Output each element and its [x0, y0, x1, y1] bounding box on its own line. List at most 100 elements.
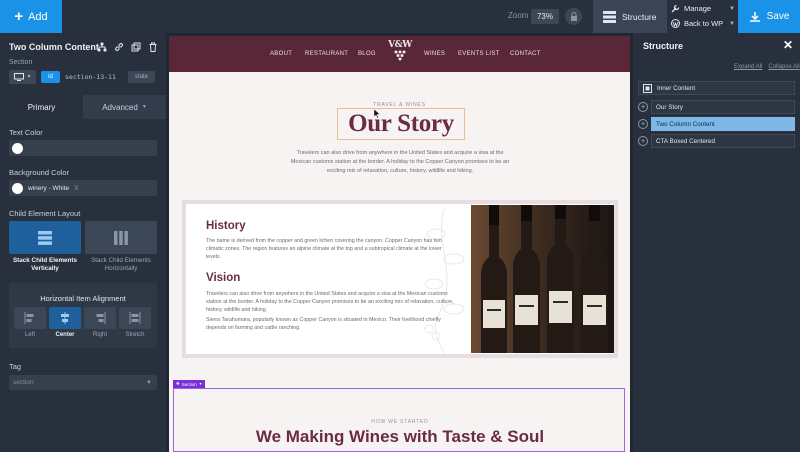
nav-events[interactable]: EVENTS LIST [458, 51, 500, 57]
vision-text-2: Sierra Tarahumara, popularly known as Co… [206, 317, 441, 331]
mouse-cursor [374, 109, 381, 119]
chevron-down-icon: ▼ [729, 5, 735, 12]
align-stretch-caption: Stretch [125, 332, 145, 338]
save-label: Save [766, 11, 790, 22]
structure-tree-icon[interactable] [96, 41, 107, 52]
zoom-label: Zoom [508, 11, 529, 20]
back-to-wp-menu[interactable]: Back to WP ▼ [671, 17, 735, 30]
vision-title: Vision [206, 272, 241, 284]
id-chip[interactable]: id [41, 71, 60, 83]
state-chip[interactable]: state [128, 71, 155, 83]
tree-item-our-story[interactable]: Our Story [651, 100, 795, 114]
nav-restaurant[interactable]: RESTAURANT [305, 51, 348, 57]
text-color-field[interactable] [9, 140, 157, 156]
align-right-caption: Right [92, 332, 107, 338]
bg-color-label: Background Color [9, 168, 70, 177]
stack-horizontal-icon [114, 230, 128, 245]
two-column-inner: History The name is derived from the cop… [186, 204, 614, 354]
two-column-section[interactable]: History The name is derived from the cop… [182, 200, 618, 358]
caret-icon: ▼ [141, 104, 147, 110]
nav-contact[interactable]: CONTACT [510, 51, 541, 57]
trash-icon[interactable] [147, 41, 158, 52]
color-swatch[interactable] [12, 182, 23, 194]
structure-panel: Structure ✕ Expand All Collapse All Inne… [633, 33, 800, 452]
tree-item-inner-content[interactable]: Inner Content [638, 81, 795, 95]
h-align-label: Horizontal Item Alignment [40, 294, 126, 303]
section-badge[interactable]: ✥ Section ▼ [173, 380, 206, 388]
stack-vertical-button[interactable] [9, 221, 81, 254]
align-right-icon [96, 312, 106, 324]
top-toolbar: + Add Zoom 73% Structure Manage ▼ Back t… [0, 0, 800, 33]
nav-blog[interactable]: BLOG [358, 51, 376, 57]
duplicate-icon[interactable] [130, 41, 141, 52]
wrench-icon [671, 4, 680, 13]
color-swatch[interactable] [12, 142, 23, 154]
expand-plus-icon[interactable]: + [638, 119, 648, 129]
save-button[interactable]: Save [738, 0, 800, 33]
section-heading: We Making Wines with Taste & Soul [255, 427, 545, 446]
stack-horizontal-caption: Stack Child Elements Horizontally [91, 257, 151, 272]
manage-menu[interactable]: Manage ▼ [671, 2, 735, 15]
lock-button[interactable] [565, 8, 582, 25]
align-stretch-icon [129, 312, 141, 324]
tree-controls: Expand All Collapse All [734, 64, 800, 70]
align-right-button[interactable] [84, 307, 116, 329]
align-stretch-button[interactable] [119, 307, 151, 329]
alignment-buttons [14, 307, 151, 329]
tree-item-cta[interactable]: CTA Boxed Centered [651, 134, 795, 148]
nav-wines[interactable]: WINES [424, 51, 445, 57]
plus-icon: + [14, 8, 24, 25]
tab-advanced[interactable]: Advanced ▼ [83, 95, 166, 119]
add-button[interactable]: + Add [0, 0, 62, 33]
horizontal-alignment-group: Horizontal Item Alignment Left Center Ri… [9, 283, 157, 348]
expand-plus-icon[interactable]: + [638, 136, 648, 146]
zoom-input[interactable]: 73% [531, 9, 559, 24]
story-heading[interactable]: Our Story [337, 108, 465, 140]
history-title: History [206, 220, 246, 232]
chevron-down-icon: ▼ [26, 74, 32, 80]
layout-options [9, 221, 157, 254]
builder-canvas: ABOUT RESTAURANT BLOG V&W WINES EVENTS L… [166, 33, 633, 452]
align-center-icon [61, 312, 69, 324]
manage-label: Manage [684, 4, 712, 13]
grapes-icon [394, 50, 406, 61]
bg-color-field[interactable]: winery - White X [9, 180, 157, 196]
layers-icon [603, 10, 616, 23]
tag-select[interactable]: section ▼ [9, 375, 157, 390]
move-icon: ✥ [176, 381, 180, 386]
page-preview: ABOUT RESTAURANT BLOG V&W WINES EVENTS L… [169, 36, 630, 452]
structure-button[interactable]: Structure [593, 0, 667, 33]
expand-plus-icon[interactable]: + [638, 102, 648, 112]
align-left-button[interactable] [14, 307, 46, 329]
align-center-button[interactable] [49, 307, 81, 329]
link-icon[interactable] [113, 41, 124, 52]
selector-id[interactable]: section-13-11 [62, 71, 124, 83]
tree-item-two-column[interactable]: Two Column Content [651, 117, 795, 131]
stack-horizontal-button[interactable] [85, 221, 157, 254]
child-layout-label: Child Element Layout [9, 209, 81, 218]
monitor-icon [13, 73, 24, 81]
text-color-label: Text Color [9, 128, 43, 137]
cta-section[interactable]: HOW WE STARTED We Making Wines with Tast… [173, 388, 625, 452]
tree-item-label: Inner Content [657, 84, 696, 92]
close-icon[interactable]: ✕ [783, 38, 793, 52]
vision-text-1: Travelers can also drive from anywhere i… [206, 291, 454, 313]
stack-vertical-icon [38, 230, 52, 245]
structure-title: Structure [643, 41, 684, 51]
structure-button-label: Structure [622, 11, 657, 22]
nav-about[interactable]: ABOUT [270, 51, 292, 57]
site-logo[interactable]: V&W [387, 41, 413, 67]
site-nav: ABOUT RESTAURANT BLOG V&W WINES EVENTS L… [169, 36, 630, 72]
panel-actions [96, 41, 158, 52]
wordpress-icon [671, 19, 680, 28]
expand-all-link[interactable]: Expand All [734, 64, 762, 70]
panel-title: Two Column Content [9, 42, 99, 52]
tab-primary[interactable]: Primary [0, 95, 83, 119]
device-selector[interactable]: ▼ [9, 70, 36, 84]
clear-color-button[interactable]: X [74, 185, 78, 192]
container-icon [643, 83, 652, 93]
back-label: Back to WP [684, 19, 724, 28]
logo-text: V&W [388, 40, 412, 50]
collapse-all-link[interactable]: Collapse All [768, 64, 799, 70]
align-left-icon [24, 312, 34, 324]
